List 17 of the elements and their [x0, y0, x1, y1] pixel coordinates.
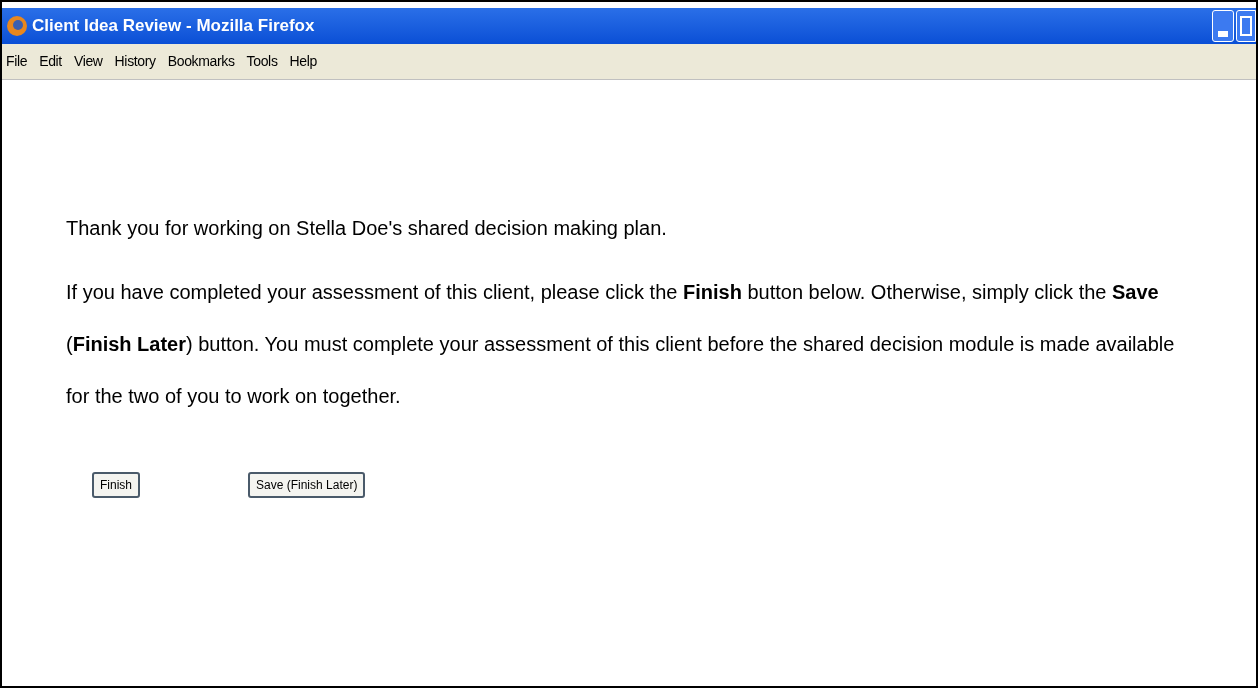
- minimize-icon: [1218, 31, 1228, 37]
- menu-item[interactable]: Help: [289, 51, 317, 72]
- message-paragraph: If you have completed your assessment of this client, please click the Finish button below. Otherwise, simply click the Save (Finish Later) button. You must complete your assessment of this client before the shared decision module is made available for the two of you to work on together.: [66, 280, 1176, 409]
- browser-logo-icon: [6, 15, 28, 37]
- message-paragraph: Thank you for working on Stella Doe's shared decision making plan.: [66, 216, 668, 241]
- restore-button[interactable]: [1236, 10, 1256, 42]
- menu-item[interactable]: View: [73, 51, 103, 72]
- menu-item[interactable]: History: [114, 51, 156, 72]
- menu-item[interactable]: Bookmarks: [167, 51, 235, 72]
- menu-item[interactable]: Edit: [39, 51, 62, 72]
- save-button[interactable]: Save (Finish Later): [248, 472, 366, 498]
- menu-item[interactable]: File: [6, 51, 28, 72]
- minimize-button[interactable]: [1212, 10, 1234, 42]
- window-title: Client Idea Review - Mozilla Firefox: [32, 15, 315, 38]
- menu-item[interactable]: Tools: [246, 51, 278, 72]
- restore-icon: [1240, 16, 1252, 36]
- finish-button[interactable]: Finish: [92, 472, 140, 498]
